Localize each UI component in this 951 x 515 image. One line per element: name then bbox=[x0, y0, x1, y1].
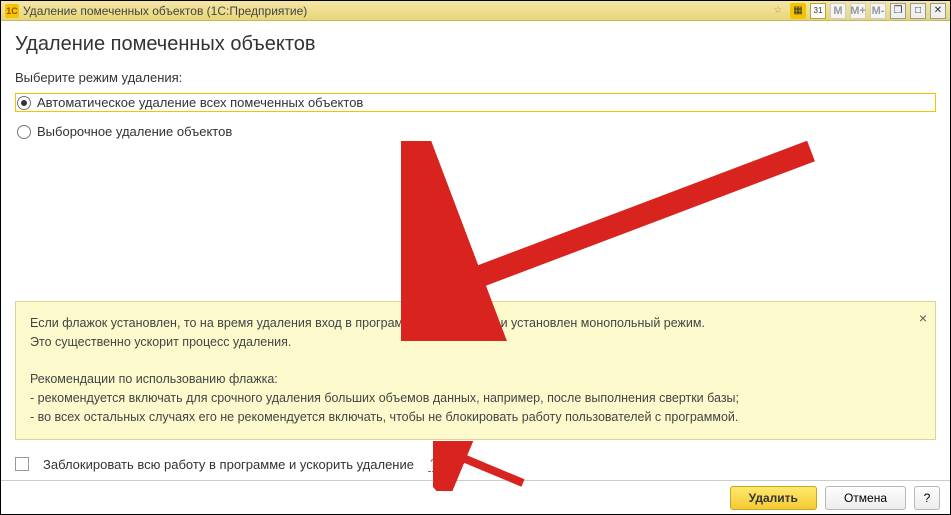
mode-label: Выберите режим удаления: bbox=[15, 70, 936, 85]
page-title: Удаление помеченных объектов bbox=[15, 33, 936, 56]
radio-auto-delete[interactable]: Автоматическое удаление всех помеченных … bbox=[15, 93, 936, 112]
help-button[interactable]: ? bbox=[914, 486, 940, 510]
window-close-icon[interactable]: ✕ bbox=[930, 3, 946, 19]
memory-mplus-button[interactable]: M+ bbox=[850, 3, 866, 19]
hint-rec-title: Рекомендации по использованию флажка: bbox=[30, 372, 278, 386]
window-title: Удаление помеченных объектов (1С:Предпри… bbox=[23, 4, 307, 18]
radio-icon bbox=[17, 96, 31, 110]
hint-rec1: - рекомендуется включать для срочного уд… bbox=[30, 391, 739, 405]
radio-selective-delete[interactable]: Выборочное удаление объектов bbox=[15, 122, 936, 141]
favorite-icon[interactable]: ☆ bbox=[770, 3, 786, 19]
block-work-checkbox[interactable] bbox=[15, 457, 29, 471]
hint-line2: Это существенно ускорит процесс удаления… bbox=[30, 335, 291, 349]
hint-line1: Если флажок установлен, то на время удал… bbox=[30, 316, 705, 330]
radio-selective-label: Выборочное удаление объектов bbox=[37, 124, 232, 139]
info-hint-box: × Если флажок установлен, то на время уд… bbox=[15, 301, 936, 440]
window-maximize-icon[interactable]: □ bbox=[910, 3, 926, 19]
block-work-label: Заблокировать всю работу в программе и у… bbox=[43, 457, 414, 472]
cancel-button[interactable]: Отмена bbox=[825, 486, 906, 510]
app-icon: 1C bbox=[5, 4, 19, 18]
memory-m-button[interactable]: M bbox=[830, 3, 846, 19]
calculator-icon[interactable]: ▦ bbox=[790, 3, 806, 19]
hint-rec2: - во всех остальных случаях его не реком… bbox=[30, 410, 738, 424]
radio-icon bbox=[17, 125, 31, 139]
window-titlebar: 1C Удаление помеченных объектов (1С:Пред… bbox=[1, 1, 950, 21]
delete-button[interactable]: Удалить bbox=[730, 486, 817, 510]
hint-close-button[interactable]: × bbox=[919, 308, 927, 329]
calendar-icon[interactable]: 31 bbox=[810, 3, 826, 19]
memory-mminus-button[interactable]: M- bbox=[870, 3, 886, 19]
window-restore-icon[interactable]: ❐ bbox=[890, 3, 906, 19]
help-link[interactable]: ? bbox=[428, 456, 439, 472]
footer: Удалить Отмена ? bbox=[1, 480, 950, 514]
radio-auto-label: Автоматическое удаление всех помеченных … bbox=[37, 95, 363, 110]
